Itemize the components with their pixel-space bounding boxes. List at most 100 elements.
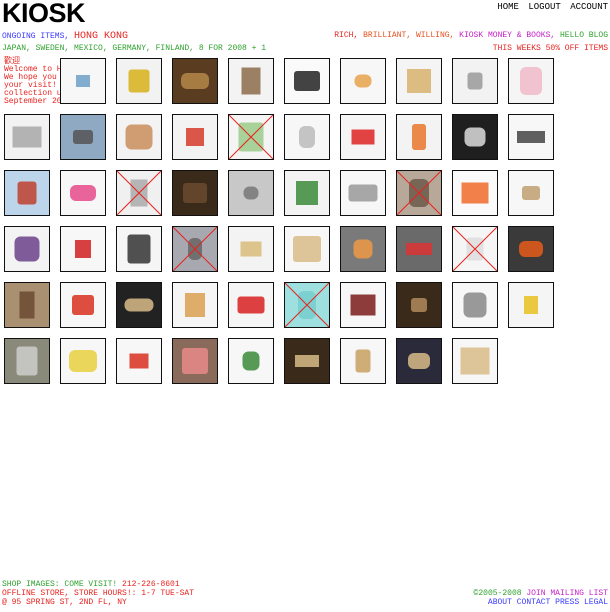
product-thumbnail[interactable]: [228, 170, 274, 216]
rich-link[interactable]: RICH,: [334, 31, 358, 40]
product-thumbnail[interactable]: [172, 114, 218, 160]
steel-kettle-icon: [285, 59, 329, 103]
press-link[interactable]: PRESS: [555, 598, 579, 607]
product-thumbnail[interactable]: [116, 226, 162, 272]
ongoing-items-link[interactable]: ONGOING ITEMS,: [2, 32, 69, 41]
product-thumbnail[interactable]: [396, 114, 442, 160]
contact-link[interactable]: CONTACT: [517, 598, 551, 607]
sale-items-link[interactable]: THIS WEEKS 50% OFF ITEMS: [493, 44, 608, 53]
legal-link[interactable]: LEGAL: [584, 598, 608, 607]
street-photo-icon: [61, 115, 105, 159]
product-thumbnail[interactable]: [228, 282, 274, 328]
product-thumbnail[interactable]: [284, 58, 330, 104]
product-thumbnail[interactable]: [284, 338, 330, 384]
product-thumbnail[interactable]: [508, 58, 554, 104]
product-thumbnail[interactable]: [60, 114, 106, 160]
product-thumbnail[interactable]: [284, 282, 330, 328]
product-thumbnail[interactable]: [116, 170, 162, 216]
product-thumbnail[interactable]: [508, 114, 554, 160]
product-thumbnail[interactable]: [396, 58, 442, 104]
striped-ball-icon: [117, 339, 161, 383]
slipper-icon: [5, 227, 49, 271]
join-mailing-list-link[interactable]: JOIN MAILING LIST: [526, 589, 608, 598]
location-hong-kong-link[interactable]: HONG KONG: [74, 31, 128, 42]
brush-icon: [509, 171, 553, 215]
product-thumbnail[interactable]: [340, 338, 386, 384]
product-thumbnail[interactable]: [116, 114, 162, 160]
product-thumbnail[interactable]: [4, 114, 50, 160]
hello-blog-link[interactable]: HELLO BLOG: [560, 31, 608, 40]
product-thumbnail[interactable]: [284, 114, 330, 160]
product-thumbnail[interactable]: [284, 170, 330, 216]
product-thumbnail[interactable]: [116, 282, 162, 328]
about-link[interactable]: ABOUT: [488, 598, 512, 607]
product-thumbnail[interactable]: [340, 282, 386, 328]
product-thumbnail[interactable]: [228, 226, 274, 272]
product-thumbnail[interactable]: [396, 282, 442, 328]
incense-box-icon: [229, 59, 273, 103]
candy-pack-icon: [397, 227, 441, 271]
top-navigation: HOME LOGOUT ACCOUNT: [493, 2, 608, 12]
product-thumbnail[interactable]: [452, 338, 498, 384]
product-thumbnail[interactable]: [396, 226, 442, 272]
paper-bags-icon: [61, 59, 105, 103]
product-thumbnail[interactable]: [228, 58, 274, 104]
shop-images-link[interactable]: SHOP IMAGES: COME VISIT!: [2, 580, 117, 589]
product-thumbnail[interactable]: [340, 114, 386, 160]
product-thumbnail[interactable]: [60, 282, 106, 328]
product-thumbnail[interactable]: [60, 58, 106, 104]
wicker-basket-icon: [173, 59, 217, 103]
willing-link[interactable]: WILLING,: [416, 31, 454, 40]
product-thumbnail[interactable]: [396, 338, 442, 384]
product-thumbnail[interactable]: [172, 338, 218, 384]
candy-bag-icon: [341, 227, 385, 271]
product-thumbnail[interactable]: [228, 338, 274, 384]
comb-icon: [341, 59, 385, 103]
product-thumbnail[interactable]: [340, 170, 386, 216]
product-thumbnail[interactable]: [172, 226, 218, 272]
product-thumbnail[interactable]: [60, 338, 106, 384]
product-thumbnail[interactable]: [60, 170, 106, 216]
product-thumbnail[interactable]: [508, 226, 554, 272]
product-thumbnail[interactable]: [4, 226, 50, 272]
product-thumbnail[interactable]: [228, 114, 274, 160]
product-thumbnail[interactable]: [452, 114, 498, 160]
countries-link[interactable]: JAPAN, SWEDEN, MEXICO, GERMANY, FINLAND,…: [2, 44, 266, 53]
nav-account-link[interactable]: ACCOUNT: [570, 2, 608, 12]
product-thumbnail[interactable]: [172, 170, 218, 216]
product-thumbnail[interactable]: [396, 170, 442, 216]
nav-logout-link[interactable]: LOGOUT: [528, 2, 560, 12]
orange-lamp-icon: [509, 227, 553, 271]
product-thumbnail[interactable]: [452, 170, 498, 216]
category-links: RICH, BRILLIANT, WILLING, KIOSK MONEY & …: [334, 31, 608, 40]
brown-bag-icon: [173, 171, 217, 215]
product-thumbnail[interactable]: [172, 282, 218, 328]
notebook-icon: [509, 59, 553, 103]
store-hours: OFFLINE STORE, STORE HOURS!: 1-7 TUE-SAT: [2, 589, 195, 598]
product-thumbnail[interactable]: [4, 338, 50, 384]
product-thumbnail[interactable]: [284, 226, 330, 272]
nav-home-link[interactable]: HOME: [497, 2, 519, 12]
product-thumbnail[interactable]: [508, 282, 554, 328]
card-pack-icon: [173, 115, 217, 159]
product-thumbnail[interactable]: [116, 338, 162, 384]
product-thumbnail[interactable]: [4, 170, 50, 216]
product-thumbnail[interactable]: [508, 170, 554, 216]
product-thumbnail[interactable]: [452, 226, 498, 272]
product-thumbnail[interactable]: [60, 226, 106, 272]
bench-photo-icon: [397, 171, 441, 215]
product-thumbnail[interactable]: [452, 282, 498, 328]
product-thumbnail[interactable]: [340, 58, 386, 104]
product-thumbnail[interactable]: [340, 226, 386, 272]
tin-box-icon: [117, 59, 161, 103]
cardboard-icon: [229, 227, 273, 271]
kiosk-money-books-link[interactable]: KIOSK MONEY & BOOKS,: [459, 31, 555, 40]
red-gold-box-icon: [341, 115, 385, 159]
product-thumbnail[interactable]: [4, 282, 50, 328]
brilliant-link[interactable]: BRILLIANT,: [363, 31, 411, 40]
product-thumbnail[interactable]: [172, 58, 218, 104]
strainer-icon: [5, 115, 49, 159]
product-thumbnail[interactable]: [116, 58, 162, 104]
product-thumbnail[interactable]: [452, 58, 498, 104]
kiosk-logo[interactable]: KIOSK: [2, 0, 86, 29]
